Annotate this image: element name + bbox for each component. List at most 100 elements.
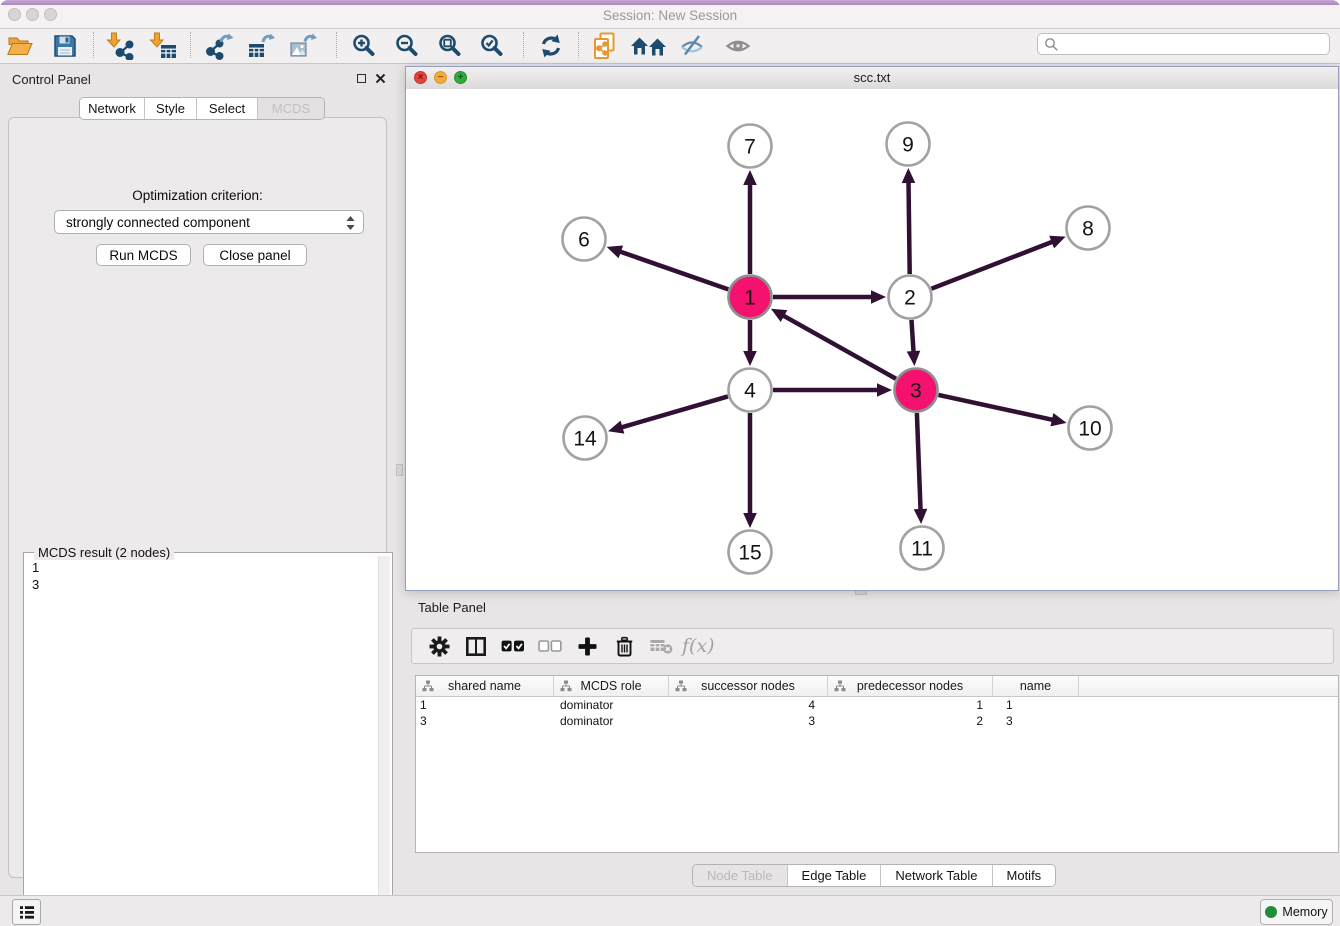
mcds-result-list[interactable]: 1 3: [24, 556, 378, 926]
mcds-result-item[interactable]: 1: [32, 559, 378, 576]
tab-network-table[interactable]: Network Table: [881, 865, 992, 886]
tab-edge-table[interactable]: Edge Table: [788, 865, 882, 886]
control-panel-title: Control Panel: [12, 72, 91, 87]
graph-edge-arrowhead: [743, 513, 757, 528]
graph-edge-arrowhead: [907, 351, 921, 366]
import-table-icon[interactable]: [148, 32, 178, 60]
control-panel-close-icon[interactable]: [375, 73, 386, 84]
list-icon: [19, 905, 35, 920]
graph-edge-arrowhead: [1049, 236, 1065, 249]
table-row[interactable]: 3 dominator 3 2 3: [416, 713, 1338, 729]
column-header-mcds-role[interactable]: MCDS role: [554, 676, 669, 696]
first-neighbors-icon[interactable]: [630, 32, 668, 60]
search-input[interactable]: [1063, 36, 1329, 52]
select-all-checkboxes-icon[interactable]: [500, 633, 526, 659]
tab-select[interactable]: Select: [197, 98, 258, 119]
column-header-successor-nodes[interactable]: successor nodes: [669, 676, 828, 696]
export-image-icon[interactable]: [288, 32, 318, 60]
memory-label: Memory: [1282, 905, 1327, 919]
cell-mcds-role[interactable]: dominator: [554, 714, 669, 728]
import-network-icon[interactable]: [105, 32, 135, 60]
control-panel-float-icon[interactable]: [357, 74, 366, 83]
zoom-out-icon[interactable]: [392, 32, 422, 60]
application-window: Session: New Session: [0, 0, 1340, 926]
window-title: Session: New Session: [0, 8, 1340, 23]
table-panel: Table Panel: [405, 595, 1340, 895]
graph-edge-1-6[interactable]: [618, 251, 728, 290]
close-panel-button[interactable]: Close panel: [203, 244, 307, 266]
column-header-predecessor-nodes[interactable]: predecessor nodes: [828, 676, 993, 696]
criterion-dropdown[interactable]: strongly connected component: [54, 210, 364, 234]
graph-edge-3-10[interactable]: [938, 395, 1054, 420]
refresh-view-icon[interactable]: [536, 32, 566, 60]
duplicate-network-icon[interactable]: [590, 32, 620, 60]
cell-predecessor-nodes[interactable]: 2: [828, 714, 993, 728]
export-network-icon[interactable]: [205, 32, 235, 60]
graph-edge-2-3[interactable]: [911, 320, 913, 354]
cell-mcds-role[interactable]: dominator: [554, 698, 669, 712]
open-folder-icon[interactable]: [5, 32, 35, 60]
delete-column-trash-icon[interactable]: [611, 633, 637, 659]
function-builder-icon: f(x): [682, 635, 715, 657]
main-toolbar: [0, 29, 1340, 64]
column-label: shared name: [448, 679, 521, 693]
network-canvas[interactable]: 7968124314101511: [406, 89, 1338, 590]
table-row[interactable]: 1 dominator 4 1 1: [416, 697, 1338, 713]
toolbar-separator: [93, 32, 94, 58]
cell-name[interactable]: 3: [993, 714, 1079, 728]
show-all-eye-icon[interactable]: [723, 32, 753, 60]
hierarchy-icon: [675, 680, 687, 695]
graph-edge-arrowhead: [1050, 413, 1066, 426]
search-field[interactable]: [1037, 33, 1330, 55]
column-header-filler: [1079, 676, 1338, 696]
memory-button[interactable]: Memory: [1260, 899, 1333, 925]
table-panel-tabs: Node Table Edge Table Network Table Moti…: [692, 864, 1056, 887]
graph-node-label: 6: [578, 229, 590, 252]
graph-edge-4-14[interactable]: [620, 396, 728, 428]
column-header-name[interactable]: name: [993, 676, 1079, 696]
zoom-fit-icon[interactable]: [435, 32, 465, 60]
vertical-split-handle[interactable]: [396, 464, 403, 476]
mcds-result-box: MCDS result (2 nodes) 1 3: [23, 552, 393, 926]
zoom-selected-icon[interactable]: [477, 32, 507, 60]
graph-node-label: 1: [744, 287, 756, 310]
tab-motifs[interactable]: Motifs: [993, 865, 1056, 886]
cell-predecessor-nodes[interactable]: 1: [828, 698, 993, 712]
save-session-icon[interactable]: [50, 32, 80, 60]
add-column-icon[interactable]: [574, 633, 600, 659]
settings-gear-icon[interactable]: [426, 633, 452, 659]
export-table-icon[interactable]: [246, 32, 276, 60]
mcds-result-item[interactable]: 3: [32, 576, 378, 593]
deselect-all-checkboxes-icon[interactable]: [537, 633, 563, 659]
graph-edge-2-8[interactable]: [931, 241, 1054, 289]
graph-edge-3-11[interactable]: [917, 413, 921, 512]
graph-edge-2-9[interactable]: [908, 180, 909, 274]
status-bar: Memory: [0, 895, 1340, 926]
criterion-dropdown-value: strongly connected component: [66, 215, 250, 230]
graph-edge-3-1[interactable]: [781, 315, 896, 379]
cell-shared-name[interactable]: 1: [416, 698, 554, 712]
tab-mcds[interactable]: MCDS: [258, 98, 324, 119]
cell-shared-name[interactable]: 3: [416, 714, 554, 728]
tab-style[interactable]: Style: [145, 98, 197, 119]
run-mcds-button[interactable]: Run MCDS: [96, 244, 191, 266]
optimization-criterion-label: Optimization criterion:: [9, 188, 386, 203]
task-history-button[interactable]: [12, 899, 41, 925]
mcds-result-scrollbar[interactable]: [378, 556, 390, 926]
cell-successor-nodes[interactable]: 3: [669, 714, 828, 728]
graph-node-label: 11: [911, 538, 933, 561]
hierarchy-icon: [834, 680, 846, 695]
cell-name[interactable]: 1: [993, 698, 1079, 712]
tab-network[interactable]: Network: [80, 98, 145, 119]
search-icon: [1044, 37, 1059, 52]
hide-selected-eye-icon[interactable]: [677, 32, 707, 60]
table-header-row: shared name MCDS role: [416, 676, 1338, 697]
graph-node-label: 7: [744, 136, 756, 159]
tab-node-table[interactable]: Node Table: [693, 865, 788, 886]
zoom-in-icon[interactable]: [349, 32, 379, 60]
graph-edge-arrowhead: [914, 509, 928, 524]
titlebar: Session: New Session: [0, 0, 1340, 29]
cell-successor-nodes[interactable]: 4: [669, 698, 828, 712]
column-header-shared-name[interactable]: shared name: [416, 676, 554, 696]
split-table-view-icon[interactable]: [463, 633, 489, 659]
